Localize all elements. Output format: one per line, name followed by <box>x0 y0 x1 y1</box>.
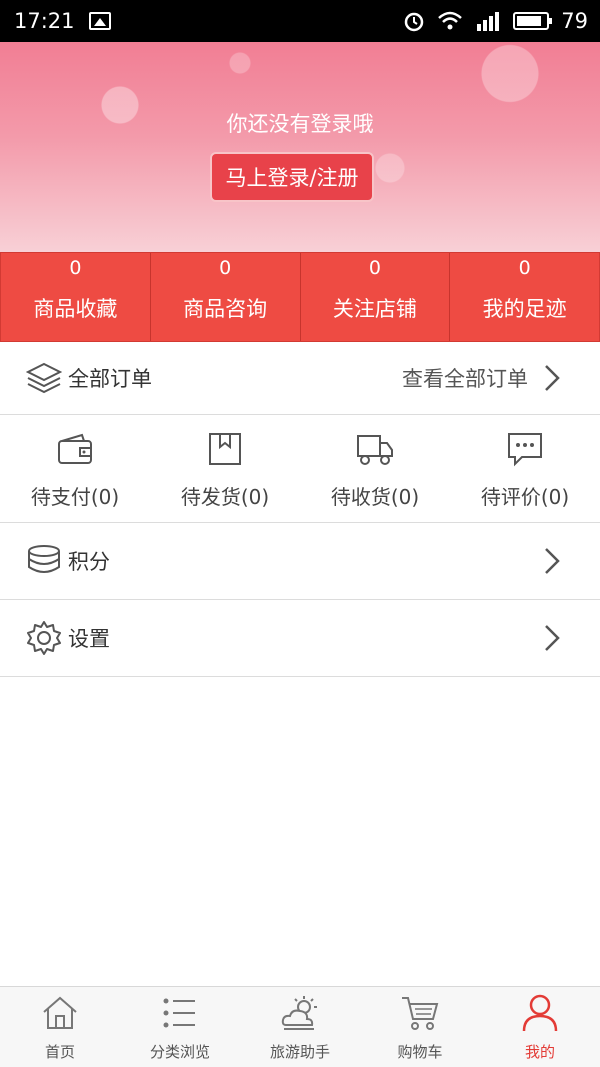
truck-icon <box>355 429 395 469</box>
order-pending-shipment[interactable]: 待发货(0) <box>150 415 300 522</box>
stat-label: 关注店铺 <box>332 297 417 321</box>
signal-icon <box>477 12 500 31</box>
alarm-icon <box>405 12 424 32</box>
points-row[interactable]: 积分 <box>0 523 600 600</box>
all-orders-row[interactable]: 全部订单 查看全部订单 <box>0 342 600 415</box>
tab-label: 我的 <box>524 1043 555 1061</box>
settings-row[interactable]: 设置 <box>0 600 600 677</box>
list-icon <box>160 993 200 1033</box>
order-status-label: 待评价(0) <box>480 485 570 509</box>
wallet-icon <box>55 429 95 469</box>
view-all-orders-link[interactable]: 查看全部订单 <box>402 363 528 393</box>
stat-count: 0 <box>368 257 381 279</box>
order-status-label: 待发货(0) <box>180 485 270 509</box>
user-icon <box>520 993 560 1033</box>
order-pending-review[interactable]: 待评价(0) <box>450 415 600 522</box>
wifi-icon <box>438 11 463 30</box>
stat-label: 商品收藏 <box>33 297 118 321</box>
all-orders-title: 全部订单 <box>68 367 152 391</box>
stat-label: 商品咨询 <box>183 297 268 321</box>
stats-bar: 0 商品收藏 0 商品咨询 0 关注店铺 0 我的足迹 <box>0 252 600 342</box>
stat-count: 0 <box>219 257 232 279</box>
image-notification-icon <box>88 12 111 30</box>
tab-label: 旅游助手 <box>269 1043 330 1061</box>
stat-followed-shops[interactable]: 0 关注店铺 <box>301 253 451 341</box>
gear-icon <box>26 620 62 656</box>
stat-inquiries[interactable]: 0 商品咨询 <box>151 253 301 341</box>
tab-label: 首页 <box>44 1043 75 1061</box>
chevron-right-icon <box>532 541 572 581</box>
tab-categories[interactable]: 分类浏览 <box>120 987 240 1067</box>
tab-cart[interactable]: 购物车 <box>360 987 480 1067</box>
layers-icon <box>26 360 62 396</box>
battery-icon <box>513 12 553 30</box>
settings-title: 设置 <box>68 627 110 651</box>
weather-icon <box>280 993 320 1033</box>
points-title: 积分 <box>68 550 110 574</box>
order-pending-receipt[interactable]: 待收货(0) <box>300 415 450 522</box>
tab-travel-assistant[interactable]: 旅游助手 <box>240 987 360 1067</box>
cart-icon <box>400 993 440 1033</box>
order-status-grid: 待支付(0) 待发货(0) 待收货(0) 待评价(0) <box>0 415 600 523</box>
tab-home[interactable]: 首页 <box>0 987 120 1067</box>
order-pending-payment[interactable]: 待支付(0) <box>0 415 150 522</box>
battery-level: 79 <box>561 9 588 33</box>
home-icon <box>40 993 80 1033</box>
tab-label: 购物车 <box>397 1043 443 1061</box>
comment-icon <box>505 429 545 469</box>
stat-label: 我的足迹 <box>482 297 567 321</box>
tab-mine[interactable]: 我的 <box>480 987 600 1067</box>
package-icon <box>205 429 245 469</box>
stat-favorites[interactable]: 0 商品收藏 <box>1 253 151 341</box>
login-prompt: 你还没有登录哦 <box>226 112 374 136</box>
tab-label: 分类浏览 <box>149 1043 210 1061</box>
coins-icon <box>26 543 62 579</box>
status-right: 79 <box>403 9 588 33</box>
order-status-label: 待收货(0) <box>330 485 420 509</box>
status-time: 17:21 <box>14 9 75 33</box>
chevron-right-icon <box>532 618 572 658</box>
status-bar: 17:21 79 <box>0 0 600 42</box>
bottom-tab-bar: 首页 分类浏览 旅游助手 购物车 我的 <box>0 986 600 1067</box>
chevron-right-icon <box>532 358 572 398</box>
stat-footprints[interactable]: 0 我的足迹 <box>450 253 599 341</box>
stat-count: 0 <box>69 257 82 279</box>
stat-count: 0 <box>518 257 531 279</box>
login-register-button[interactable]: 马上登录/注册 <box>210 152 374 202</box>
profile-banner: 你还没有登录哦 马上登录/注册 <box>0 42 600 252</box>
order-status-label: 待支付(0) <box>30 485 120 509</box>
